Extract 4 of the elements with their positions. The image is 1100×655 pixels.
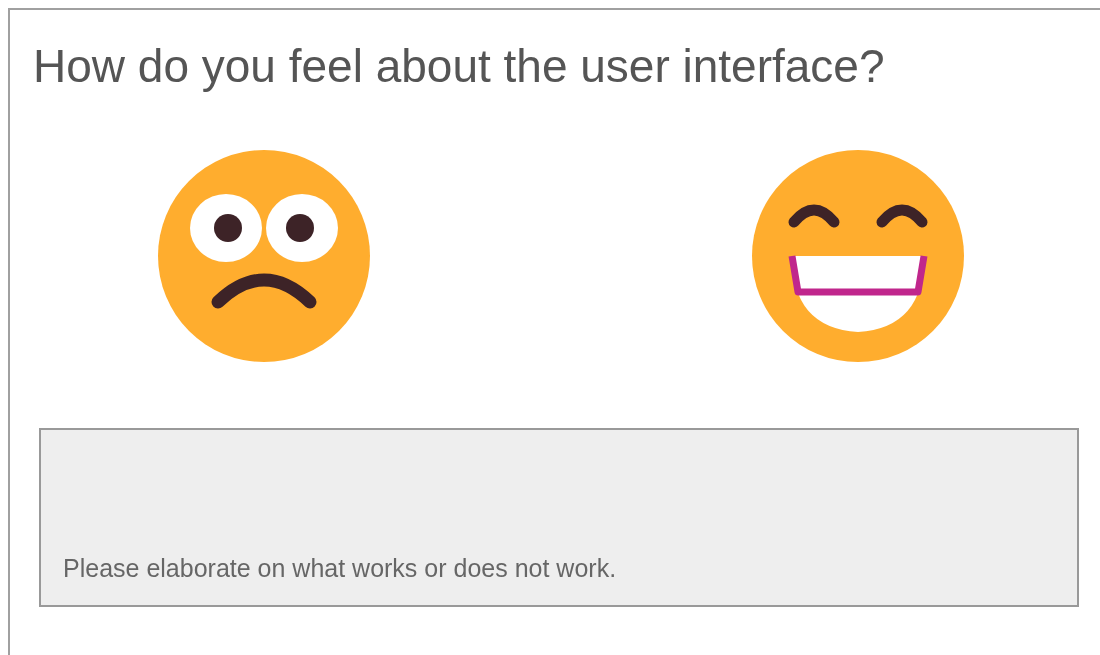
question-title: How do you feel about the user interface?: [33, 39, 885, 94]
frowning-face-icon[interactable]: [158, 150, 370, 362]
grinning-face-icon[interactable]: [752, 150, 964, 362]
comment-field[interactable]: Please elaborate on what works or does not work.: [39, 428, 1079, 607]
